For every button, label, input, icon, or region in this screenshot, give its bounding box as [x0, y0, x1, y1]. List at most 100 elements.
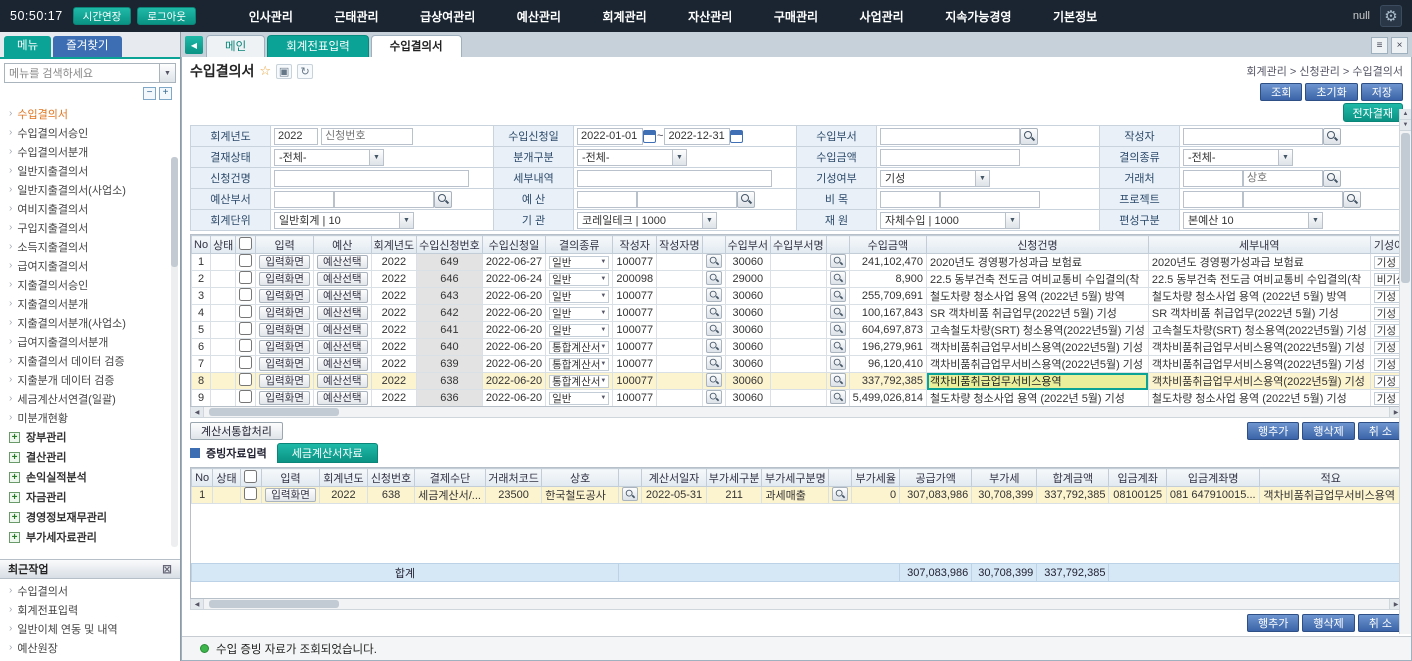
cell-s1[interactable]	[702, 390, 725, 407]
scroll-thumb[interactable]	[1401, 133, 1410, 283]
cell-dept[interactable]: 30060	[725, 373, 770, 390]
cell-year[interactable]: 2022	[371, 288, 416, 305]
cell-no[interactable]: 8	[192, 373, 211, 390]
sidebar-scrollbar[interactable]	[171, 157, 178, 547]
cell-writer[interactable]: 100077	[613, 305, 657, 322]
col-header-memo[interactable]: 적요	[1260, 469, 1402, 487]
sidebar-item-미분개현황[interactable]: ›미분개현황	[9, 408, 180, 427]
save-button[interactable]: 저장	[1361, 83, 1403, 101]
calendar-icon[interactable]	[643, 130, 656, 143]
expand-plus-icon[interactable]: +	[9, 452, 20, 463]
cell-s1[interactable]	[702, 288, 725, 305]
cell-status[interactable]	[211, 339, 236, 356]
cell-budget_btn[interactable]: 예산선택	[313, 373, 371, 390]
menu-tab[interactable]: 메뉴	[4, 36, 51, 57]
cell-vat_name[interactable]: 과세매출	[762, 487, 829, 504]
top-menu-기본정보[interactable]: 기본정보	[1049, 4, 1101, 29]
cell-s2[interactable]	[829, 487, 852, 504]
cell-check[interactable]	[240, 487, 262, 504]
cell-decision[interactable]: 일반▼	[546, 288, 613, 305]
top-menu-자산관리[interactable]: 자산관리	[684, 4, 736, 29]
collapse-all-button[interactable]: −	[143, 87, 156, 100]
cell-decision[interactable]: 일반▼	[546, 322, 613, 339]
col-header-check[interactable]	[236, 236, 256, 254]
col-header-writer[interactable]: 작성자	[613, 236, 657, 254]
table-row[interactable]: 2입력화면예산선택20226462022-06-24일반▼20009829000…	[192, 271, 1404, 288]
calendar-icon[interactable]	[730, 130, 743, 143]
table-row[interactable]: 1입력화면예산선택20226492022-06-27일반▼10007730060…	[192, 254, 1404, 271]
sidebar-item-수입결의서분개[interactable]: ›수입결의서분개	[9, 142, 180, 161]
col-header-title[interactable]: 신청건명	[927, 236, 1149, 254]
cell-amount[interactable]: 8,900	[849, 271, 926, 288]
cell-dept[interactable]: 30060	[725, 288, 770, 305]
cell-decision[interactable]: 일반▼	[546, 305, 613, 322]
col-header-input_btn[interactable]: 입력	[256, 236, 314, 254]
input-screen-button[interactable]: 입력화면	[259, 374, 310, 388]
project-name-input[interactable]	[1243, 191, 1343, 208]
col-header-vat_rate[interactable]: 부가세율	[852, 469, 900, 487]
row-checkbox[interactable]	[239, 322, 252, 335]
cell-no[interactable]: 2	[192, 271, 211, 288]
cell-req_date[interactable]: 2022-06-27	[482, 254, 545, 271]
dropdown-icon[interactable]: ▼	[159, 64, 175, 82]
cell-req_date[interactable]: 2022-06-20	[482, 305, 545, 322]
vendor-name-input[interactable]	[1243, 170, 1323, 187]
tab-회계전표입력[interactable]: 회계전표입력	[267, 35, 368, 57]
col-header-account_name[interactable]: 입금계좌명	[1166, 469, 1259, 487]
input-screen-button[interactable]: 입력화면	[259, 391, 310, 405]
cell-dept_name[interactable]	[771, 322, 827, 339]
search-button[interactable]	[830, 390, 846, 404]
request-title-input[interactable]	[274, 170, 469, 187]
col-header-vat_code[interactable]: 부가세구분	[706, 469, 762, 487]
sidebar-item-소득지출결의서[interactable]: ›소득지출결의서	[9, 237, 180, 256]
settings-gear-icon[interactable]: ⚙	[1380, 5, 1402, 27]
budget-select-button[interactable]: 예산선택	[317, 374, 368, 388]
row-add-button[interactable]: 행추가	[1247, 614, 1299, 632]
writer-search-button[interactable]	[1323, 128, 1341, 145]
cell-req_no[interactable]: 642	[417, 305, 483, 322]
table-row[interactable]: 7입력화면예산선택20226392022-06-20통합계산서▼10007730…	[192, 356, 1404, 373]
cell-req_date[interactable]: 2022-06-20	[482, 390, 545, 407]
col-header-req_date[interactable]: 수입신청일	[482, 236, 545, 254]
scroll-track[interactable]	[204, 599, 1389, 609]
cell-amount[interactable]: 241,102,470	[849, 254, 926, 271]
input-screen-button[interactable]: 입력화면	[265, 488, 316, 502]
search-button[interactable]	[706, 271, 722, 285]
row-checkbox[interactable]	[239, 271, 252, 284]
top-menu-구매관리[interactable]: 구매관리	[770, 4, 822, 29]
cell-check[interactable]	[236, 339, 256, 356]
cell-writer[interactable]: 100077	[613, 356, 657, 373]
cell-req_no[interactable]: 646	[417, 271, 483, 288]
cell-status[interactable]	[211, 271, 236, 288]
expand-plus-icon[interactable]: +	[9, 432, 20, 443]
decision-select[interactable]: 통합계산서▼	[549, 358, 609, 371]
cell-no[interactable]: 4	[192, 305, 211, 322]
table-row[interactable]: 6입력화면예산선택20226402022-06-20통합계산서▼10007730…	[192, 339, 1404, 356]
income-dept-search-button[interactable]	[1020, 128, 1038, 145]
cell-title[interactable]: 철도차량 청소사업 용역 (2022년 5월) 기성	[927, 390, 1149, 407]
cell-dept[interactable]: 30060	[725, 356, 770, 373]
income-dept-input[interactable]	[880, 128, 1020, 145]
budget-select-button[interactable]: 예산선택	[317, 289, 368, 303]
search-button[interactable]	[706, 339, 722, 353]
col-header-account[interactable]: 입금계좌	[1109, 469, 1166, 487]
col-header-vendor[interactable]: 상호	[542, 469, 619, 487]
budget-select-button[interactable]: 예산선택	[317, 323, 368, 337]
cell-check[interactable]	[236, 288, 256, 305]
tab-메인[interactable]: 메인	[206, 35, 265, 57]
cell-budget_btn[interactable]: 예산선택	[313, 271, 371, 288]
cell-year[interactable]: 2022	[371, 271, 416, 288]
cell-no[interactable]: 1	[192, 487, 213, 504]
income-grid-hscrollbar[interactable]: ◀ ▶	[190, 407, 1403, 418]
cell-status[interactable]	[213, 487, 240, 504]
col-header-dept_name[interactable]: 수입부서명	[771, 236, 827, 254]
cell-s1[interactable]	[702, 373, 725, 390]
cell-supply[interactable]: 307,083,986	[900, 487, 972, 504]
search-button[interactable]	[830, 288, 846, 302]
cell-s2[interactable]	[826, 288, 849, 305]
row-checkbox[interactable]	[239, 339, 252, 352]
cell-dept_name[interactable]	[771, 288, 827, 305]
top-menu-근태관리[interactable]: 근태관리	[330, 4, 382, 29]
search-button[interactable]	[706, 356, 722, 370]
cell-budget_btn[interactable]: 예산선택	[313, 288, 371, 305]
